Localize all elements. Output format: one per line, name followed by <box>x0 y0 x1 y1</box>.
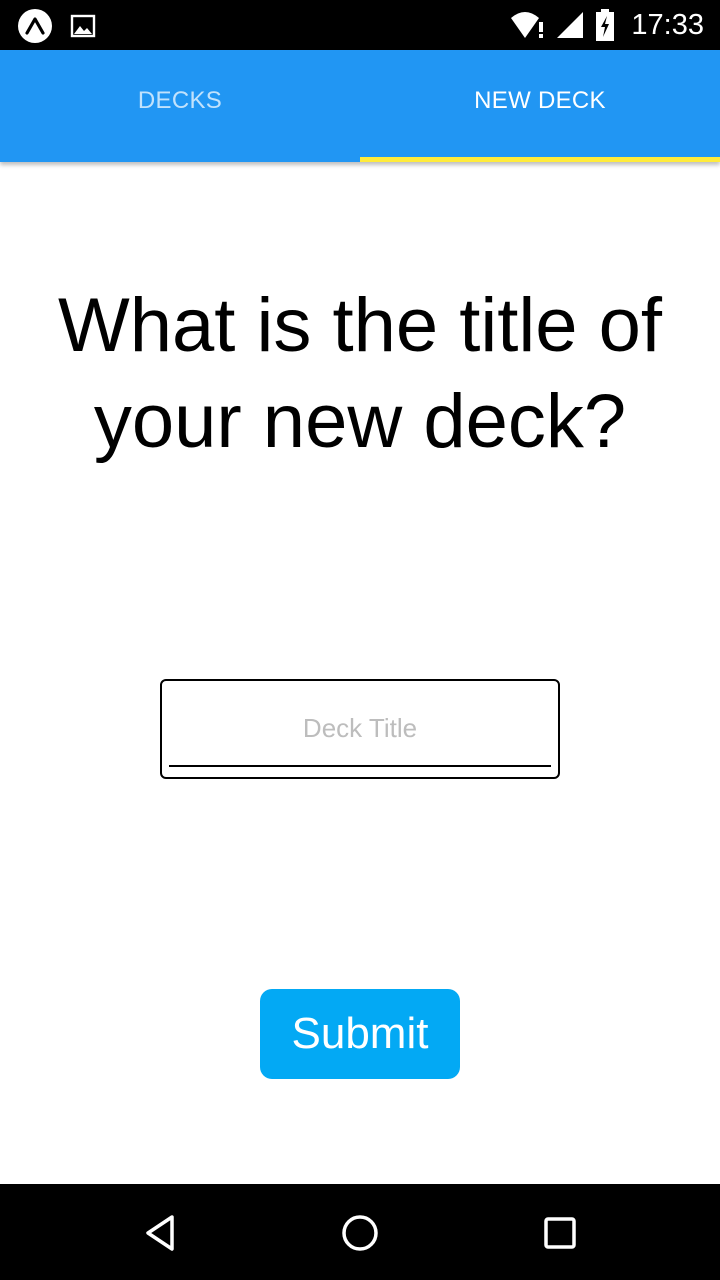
new-deck-screen: 17:33 DECKS NEW DECK What is the title o… <box>0 0 720 1280</box>
tab-decks[interactable]: DECKS <box>0 50 360 162</box>
status-time: 17:33 <box>631 9 704 41</box>
home-icon[interactable] <box>335 1208 385 1258</box>
tab-new-deck[interactable]: NEW DECK <box>360 50 720 162</box>
image-icon <box>70 14 96 38</box>
status-bar: 17:33 <box>0 0 720 50</box>
navigation-bar <box>0 1184 720 1280</box>
submit-button[interactable]: Submit <box>260 989 460 1079</box>
deck-title-input[interactable] <box>169 691 551 767</box>
tab-new-deck-label: NEW DECK <box>474 87 606 114</box>
signal-icon <box>557 12 584 38</box>
deck-title-input-container <box>160 679 560 779</box>
battery-charging-icon <box>596 9 615 41</box>
back-icon[interactable] <box>135 1208 185 1258</box>
tab-bar: DECKS NEW DECK <box>0 50 720 162</box>
tab-decks-label: DECKS <box>137 87 223 114</box>
wifi-icon <box>511 12 544 38</box>
page-title: What is the title of your new deck? <box>57 283 663 464</box>
expo-icon <box>18 9 52 43</box>
recents-icon[interactable] <box>535 1208 585 1258</box>
tab-active-indicator <box>360 157 720 162</box>
